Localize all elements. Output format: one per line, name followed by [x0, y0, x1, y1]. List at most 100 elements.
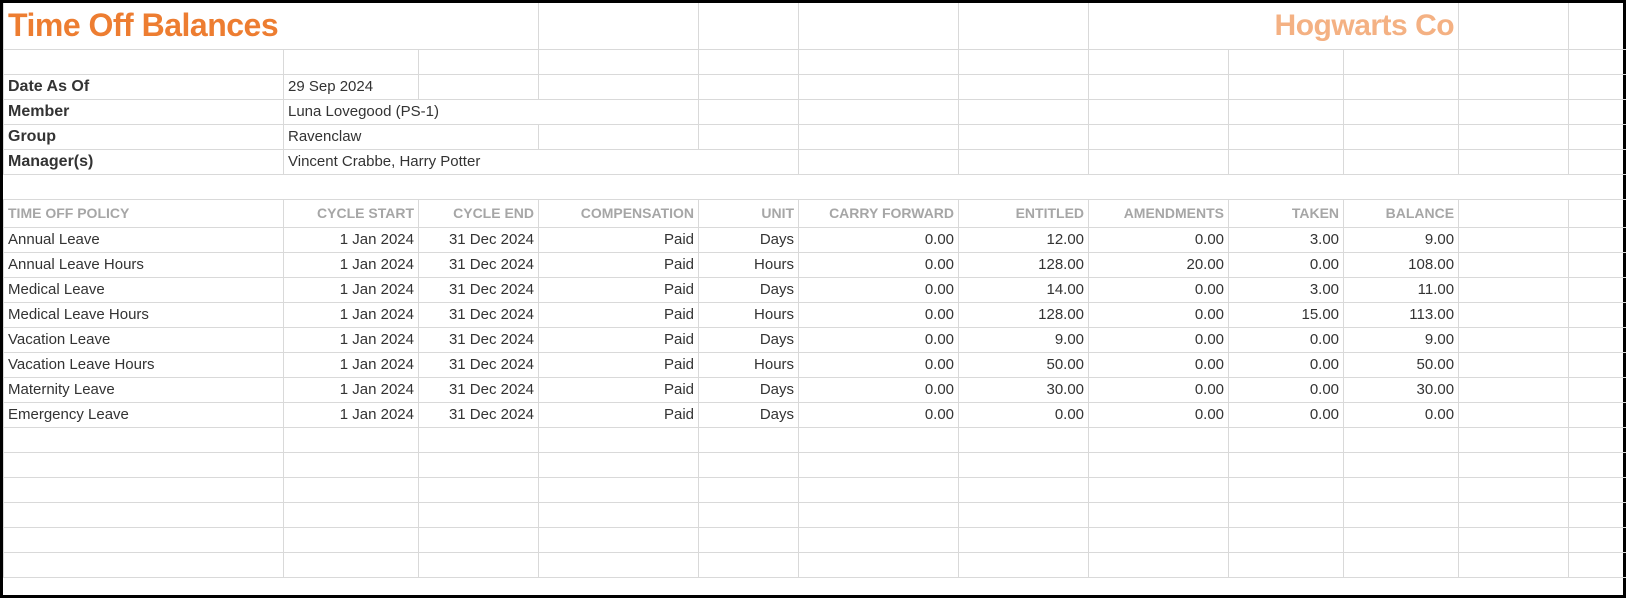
managers-label: Manager(s) [4, 149, 284, 174]
cell-policy[interactable]: Medical Leave Hours [4, 302, 284, 327]
cell-cycle-end[interactable]: 31 Dec 2024 [419, 327, 539, 352]
cell-unit[interactable]: Days [699, 327, 799, 352]
cell-compensation[interactable]: Paid [539, 327, 699, 352]
table-row: Vacation Leave1 Jan 202431 Dec 2024PaidD… [4, 327, 1626, 352]
cell-cycle-start[interactable]: 1 Jan 2024 [284, 327, 419, 352]
col-policy[interactable]: TIME OFF POLICY [4, 199, 284, 227]
cell-compensation[interactable]: Paid [539, 352, 699, 377]
cell-taken[interactable]: 3.00 [1229, 277, 1344, 302]
cell-entitled[interactable]: 30.00 [959, 377, 1089, 402]
col-balance[interactable]: BALANCE [1344, 199, 1459, 227]
cell-compensation[interactable]: Paid [539, 377, 699, 402]
cell-compensation[interactable]: Paid [539, 227, 699, 252]
cell-unit[interactable]: Days [699, 377, 799, 402]
cell-entitled[interactable]: 12.00 [959, 227, 1089, 252]
cell-cycle-start[interactable]: 1 Jan 2024 [284, 302, 419, 327]
cell-cycle-end[interactable]: 31 Dec 2024 [419, 302, 539, 327]
meta-row-group: Group Ravenclaw [4, 124, 1626, 149]
cell-cycle-start[interactable]: 1 Jan 2024 [284, 277, 419, 302]
cell-cycle-start[interactable]: 1 Jan 2024 [284, 252, 419, 277]
col-taken[interactable]: TAKEN [1229, 199, 1344, 227]
cell-unit[interactable]: Days [699, 227, 799, 252]
cell-amendments[interactable]: 0.00 [1089, 227, 1229, 252]
cell-cycle-end[interactable]: 31 Dec 2024 [419, 277, 539, 302]
cell-cycle-start[interactable]: 1 Jan 2024 [284, 227, 419, 252]
cell-cycle-start[interactable]: 1 Jan 2024 [284, 377, 419, 402]
cell-carry-forward[interactable]: 0.00 [799, 227, 959, 252]
cell-policy[interactable]: Vacation Leave Hours [4, 352, 284, 377]
cell-amendments[interactable]: 20.00 [1089, 252, 1229, 277]
cell-taken[interactable]: 0.00 [1229, 252, 1344, 277]
cell-entitled[interactable]: 128.00 [959, 252, 1089, 277]
cell-cycle-end[interactable]: 31 Dec 2024 [419, 227, 539, 252]
cell-policy[interactable]: Annual Leave Hours [4, 252, 284, 277]
cell-taken[interactable]: 0.00 [1229, 377, 1344, 402]
cell-entitled[interactable]: 9.00 [959, 327, 1089, 352]
col-compensation[interactable]: COMPENSATION [539, 199, 699, 227]
cell-compensation[interactable]: Paid [539, 302, 699, 327]
cell-balance[interactable]: 113.00 [1344, 302, 1459, 327]
cell-unit[interactable]: Days [699, 277, 799, 302]
date-value[interactable]: 29 Sep 2024 [284, 74, 419, 99]
blank-row [4, 427, 1626, 452]
col-entitled[interactable]: ENTITLED [959, 199, 1089, 227]
cell-taken[interactable]: 3.00 [1229, 227, 1344, 252]
cell-balance[interactable]: 30.00 [1344, 377, 1459, 402]
cell-balance[interactable]: 11.00 [1344, 277, 1459, 302]
cell-amendments[interactable]: 0.00 [1089, 277, 1229, 302]
cell-amendments[interactable]: 0.00 [1089, 302, 1229, 327]
cell-carry-forward[interactable]: 0.00 [799, 277, 959, 302]
col-unit[interactable]: UNIT [699, 199, 799, 227]
cell-cycle-start[interactable]: 1 Jan 2024 [284, 402, 419, 427]
cell-amendments[interactable]: 0.00 [1089, 327, 1229, 352]
cell-taken[interactable]: 0.00 [1229, 352, 1344, 377]
cell-compensation[interactable]: Paid [539, 277, 699, 302]
cell-unit[interactable]: Hours [699, 302, 799, 327]
col-cycle-end[interactable]: CYCLE END [419, 199, 539, 227]
member-value[interactable]: Luna Lovegood (PS-1) [284, 99, 699, 124]
cell-carry-forward[interactable]: 0.00 [799, 352, 959, 377]
managers-value[interactable]: Vincent Crabbe, Harry Potter [284, 149, 799, 174]
cell-carry-forward[interactable]: 0.00 [799, 402, 959, 427]
cell-cycle-end[interactable]: 31 Dec 2024 [419, 377, 539, 402]
cell-carry-forward[interactable]: 0.00 [799, 252, 959, 277]
cell-cycle-end[interactable]: 31 Dec 2024 [419, 402, 539, 427]
blank-row [4, 552, 1626, 577]
cell-policy[interactable]: Annual Leave [4, 227, 284, 252]
cell-carry-forward[interactable]: 0.00 [799, 327, 959, 352]
cell-entitled[interactable]: 0.00 [959, 402, 1089, 427]
cell-taken[interactable]: 0.00 [1229, 327, 1344, 352]
cell-balance[interactable]: 0.00 [1344, 402, 1459, 427]
cell-amendments[interactable]: 0.00 [1089, 402, 1229, 427]
cell-balance[interactable]: 9.00 [1344, 227, 1459, 252]
cell-balance[interactable]: 108.00 [1344, 252, 1459, 277]
cell-compensation[interactable]: Paid [539, 252, 699, 277]
col-amendments[interactable]: AMENDMENTS [1089, 199, 1229, 227]
cell-entitled[interactable]: 14.00 [959, 277, 1089, 302]
cell-entitled[interactable]: 128.00 [959, 302, 1089, 327]
col-cycle-start[interactable]: CYCLE START [284, 199, 419, 227]
cell-policy[interactable]: Vacation Leave [4, 327, 284, 352]
cell-amendments[interactable]: 0.00 [1089, 377, 1229, 402]
cell-policy[interactable]: Maternity Leave [4, 377, 284, 402]
group-value[interactable]: Ravenclaw [284, 124, 539, 149]
blank-row [4, 527, 1626, 552]
cell-cycle-end[interactable]: 31 Dec 2024 [419, 352, 539, 377]
cell-entitled[interactable]: 50.00 [959, 352, 1089, 377]
cell-compensation[interactable]: Paid [539, 402, 699, 427]
cell-taken[interactable]: 15.00 [1229, 302, 1344, 327]
cell-policy[interactable]: Emergency Leave [4, 402, 284, 427]
cell-cycle-start[interactable]: 1 Jan 2024 [284, 352, 419, 377]
cell-taken[interactable]: 0.00 [1229, 402, 1344, 427]
col-carry-forward[interactable]: CARRY FORWARD [799, 199, 959, 227]
cell-unit[interactable]: Hours [699, 252, 799, 277]
cell-policy[interactable]: Medical Leave [4, 277, 284, 302]
cell-carry-forward[interactable]: 0.00 [799, 302, 959, 327]
cell-unit[interactable]: Days [699, 402, 799, 427]
cell-unit[interactable]: Hours [699, 352, 799, 377]
cell-amendments[interactable]: 0.00 [1089, 352, 1229, 377]
cell-carry-forward[interactable]: 0.00 [799, 377, 959, 402]
cell-balance[interactable]: 9.00 [1344, 327, 1459, 352]
cell-cycle-end[interactable]: 31 Dec 2024 [419, 252, 539, 277]
cell-balance[interactable]: 50.00 [1344, 352, 1459, 377]
